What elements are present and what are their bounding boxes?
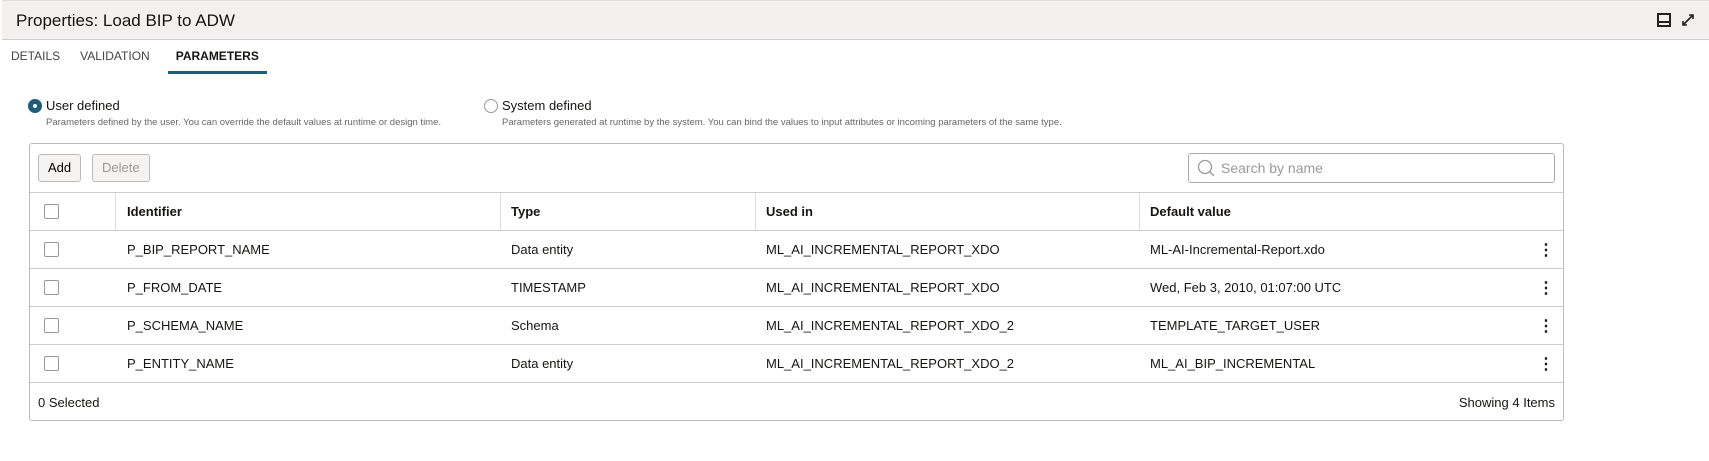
search-placeholder: Search by name [1221,160,1323,176]
search-input[interactable]: Search by name [1188,153,1555,183]
column-header-identifier[interactable]: Identifier [127,204,182,219]
radio-description: Parameters generated at runtime by the s… [502,117,1062,128]
panel-title: Properties: Load BIP to ADW [16,11,235,30]
table-cell: TIMESTAMP [511,280,586,295]
delete-button[interactable]: Delete [92,154,150,182]
table-row[interactable]: P_BIP_REPORT_NAME Data entity ML_AI_INCREM… [30,230,1563,268]
table-cell: ML_AI_INCREMENTAL_REPORT_XDO [766,242,1000,257]
table-cell: P_ENTITY_NAME [127,356,234,371]
table-header-row: Identifier Type Used in Default value [30,192,1563,230]
tab-details[interactable]: DETAILS [0,48,69,74]
table-cell: Data entity [511,356,574,371]
parameters-table: Add Delete Search by name Identifier Typ… [29,143,1564,421]
table-row[interactable]: P_SCHEMA_NAME Schema ML_AI_INCREMENTAL_REP… [30,306,1563,344]
table-cell: ML_AI_INCREMENTAL_REPORT_XDO [766,280,1000,295]
add-button[interactable]: Add [38,154,82,182]
column-header-default-value[interactable]: Default value [1150,204,1231,219]
radio-unselected-icon[interactable] [484,99,498,113]
table-cell: Wed, Feb 3, 2010, 01:07:00 UTC [1150,280,1342,295]
expand-icon[interactable] [1681,13,1695,27]
radio-user-defined[interactable]: User defined [28,98,120,113]
select-all-checkbox[interactable] [44,204,59,219]
more-actions-icon[interactable]: ⋮ [1538,278,1554,298]
row-checkbox[interactable] [44,242,59,257]
table-row[interactable]: P_FROM_DATE TIMESTAMP ML_AI_INCREMENTAL_RE… [30,268,1563,306]
radio-label: System defined [502,98,592,113]
table-cell: P_BIP_REPORT_NAME [127,242,270,257]
search-icon [1197,159,1215,177]
more-actions-icon[interactable]: ⋮ [1538,316,1554,336]
table-cell: ML_AI_INCREMENTAL_REPORT_XDO_2 [766,356,1015,371]
dock-icon[interactable] [1657,13,1671,27]
tab-validation[interactable]: VALIDATION [69,48,159,74]
row-checkbox[interactable] [44,280,59,295]
item-count: Showing 4 Items [1458,395,1555,410]
table-cell: TEMPLATE_TARGET_USER [1150,318,1320,333]
row-checkbox[interactable] [44,356,59,371]
selected-count: 0 Selected [38,395,100,410]
table-cell: Schema [511,318,559,333]
table-cell: ML_AI_INCREMENTAL_REPORT_XDO_2 [766,318,1015,333]
table-cell: P_FROM_DATE [127,280,223,295]
panel-header: Properties: Load BIP to ADW [2,0,1709,40]
table-row[interactable]: P_ENTITY_NAME Data entity ML_AI_INCREMENTA… [30,344,1563,382]
radio-system-defined[interactable]: System defined [484,98,592,113]
more-actions-icon[interactable]: ⋮ [1538,240,1554,260]
row-checkbox[interactable] [44,318,59,333]
table-cell: Data entity [511,242,574,257]
column-header-type[interactable]: Type [511,204,540,219]
table-footer: 0 Selected Showing 4 Items [30,382,1563,421]
column-header-used-in[interactable]: Used in [766,204,813,219]
radio-description: Parameters defined by the user. You can … [46,117,442,128]
table-cell: P_SCHEMA_NAME [127,318,244,333]
table-cell: ML_AI_BIP_INCREMENTAL [1150,356,1316,371]
more-actions-icon[interactable]: ⋮ [1538,354,1554,374]
radio-selected-icon[interactable] [28,99,42,113]
radio-label: User defined [46,98,120,113]
tab-parameters[interactable]: PARAMETERS [167,48,267,74]
table-cell: ML-AI-Incremental-Report.xdo [1150,242,1325,257]
